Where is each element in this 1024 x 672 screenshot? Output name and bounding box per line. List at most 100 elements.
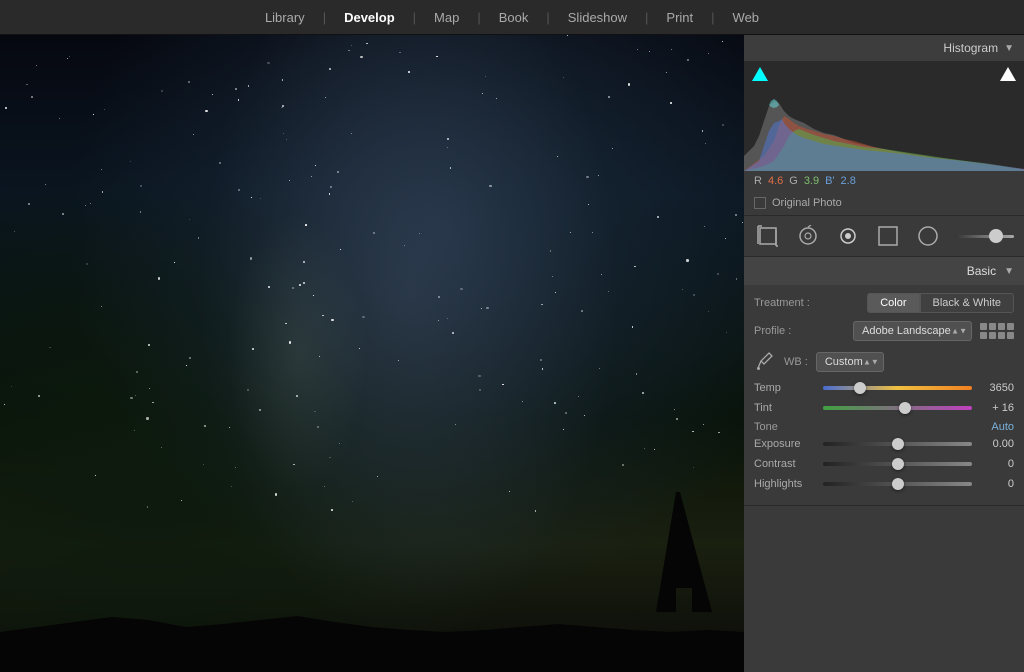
star: [565, 412, 567, 414]
star: [447, 318, 448, 319]
stars-layer: [0, 35, 744, 672]
tone-header-row: Tone Auto: [754, 421, 1014, 433]
contrast-value: 0: [976, 458, 1014, 470]
nav-develop[interactable]: Develop: [326, 0, 413, 35]
star: [31, 96, 33, 98]
star: [436, 56, 438, 58]
profile-browser-button[interactable]: [980, 323, 1014, 339]
profile-select[interactable]: Adobe Landscape: [853, 321, 972, 341]
hist-b-value: 2.8: [841, 175, 856, 187]
histogram-values: R 4.6 G 3.9 B' 2.8: [744, 171, 1024, 191]
radial-filter-icon[interactable]: [914, 222, 942, 250]
basic-collapse-icon[interactable]: ▼: [1004, 266, 1014, 277]
profile-row: Profile : Adobe Landscape ▲▼: [754, 321, 1014, 341]
treatment-options: Color Black & White: [867, 293, 1014, 313]
star: [359, 348, 361, 350]
exposure-value: 0.00: [976, 438, 1014, 450]
histogram-title: Histogram: [943, 41, 998, 55]
star: [509, 491, 510, 492]
star: [496, 98, 497, 99]
tint-slider-thumb[interactable]: [899, 402, 911, 414]
star: [479, 389, 481, 391]
exposure-slider-thumb[interactable]: [892, 438, 904, 450]
histogram-collapse-icon[interactable]: ▼: [1004, 43, 1014, 54]
basic-title: Basic: [967, 264, 996, 278]
star: [325, 97, 326, 98]
grid-icon-2: [998, 323, 1014, 339]
nav-slideshow[interactable]: Slideshow: [550, 0, 645, 35]
graduated-filter-icon[interactable]: [874, 222, 902, 250]
original-photo-checkbox[interactable]: [754, 197, 766, 209]
opacity-slider-thumb[interactable]: [989, 229, 1003, 243]
wb-eyedropper-tool[interactable]: [754, 351, 776, 373]
star: [203, 464, 204, 465]
star: [101, 306, 102, 307]
star: [146, 417, 148, 419]
redeye-icon[interactable]: [834, 222, 862, 250]
clipping-left-indicator[interactable]: [752, 67, 768, 81]
star: [317, 426, 319, 428]
star: [351, 45, 353, 47]
star: [340, 249, 341, 250]
wb-select[interactable]: Custom: [816, 352, 884, 372]
star: [666, 72, 667, 73]
star: [69, 56, 70, 57]
contrast-slider-wrapper[interactable]: [823, 457, 972, 471]
tint-slider-wrapper[interactable]: [823, 401, 972, 415]
temp-slider-thumb[interactable]: [854, 382, 866, 394]
nav-print[interactable]: Print: [648, 0, 711, 35]
star: [45, 184, 46, 185]
treatment-bw-button[interactable]: Black & White: [920, 293, 1014, 313]
star: [404, 245, 405, 246]
opacity-slider-track[interactable]: [954, 235, 1014, 238]
crop-tool-icon[interactable]: [754, 222, 782, 250]
spot-removal-icon[interactable]: [794, 222, 822, 250]
nav-web[interactable]: Web: [715, 0, 778, 35]
star: [181, 500, 182, 501]
clipping-right-indicator[interactable]: [1000, 67, 1016, 81]
star: [305, 224, 307, 226]
star: [174, 262, 175, 263]
histogram-header[interactable]: Histogram ▼: [744, 35, 1024, 61]
highlights-slider-wrapper[interactable]: [823, 477, 972, 491]
basic-panel-header[interactable]: Basic ▼: [744, 257, 1024, 285]
star: [330, 186, 332, 188]
star: [654, 449, 655, 450]
exposure-slider-wrapper[interactable]: [823, 437, 972, 451]
star: [598, 175, 599, 176]
exposure-slider-track: [823, 442, 972, 446]
nav-map[interactable]: Map: [416, 0, 477, 35]
nav-library[interactable]: Library: [247, 0, 323, 35]
star: [419, 233, 420, 234]
star: [455, 424, 456, 425]
temp-slider-wrapper[interactable]: [823, 381, 972, 395]
star: [399, 52, 401, 54]
contrast-slider-thumb[interactable]: [892, 458, 904, 470]
star: [36, 65, 38, 67]
star: [281, 107, 283, 109]
star: [286, 139, 287, 140]
star: [293, 464, 294, 465]
right-panel: Histogram ▼: [744, 35, 1024, 672]
highlights-slider-thumb[interactable]: [892, 478, 904, 490]
star: [735, 214, 737, 216]
star: [251, 197, 252, 198]
star: [252, 348, 254, 350]
star: [267, 62, 269, 64]
treatment-color-button[interactable]: Color: [867, 293, 919, 313]
star: [28, 203, 30, 205]
star: [563, 429, 564, 430]
star: [642, 392, 644, 394]
star: [149, 388, 150, 389]
tone-auto-button[interactable]: Auto: [991, 421, 1014, 433]
histogram-chart: [744, 61, 1024, 171]
star: [337, 171, 339, 173]
star: [198, 237, 199, 238]
star: [303, 282, 305, 284]
star: [260, 198, 261, 199]
nav-book[interactable]: Book: [481, 0, 547, 35]
star: [450, 167, 451, 168]
star: [636, 373, 638, 375]
star: [567, 35, 568, 36]
star: [586, 176, 588, 178]
